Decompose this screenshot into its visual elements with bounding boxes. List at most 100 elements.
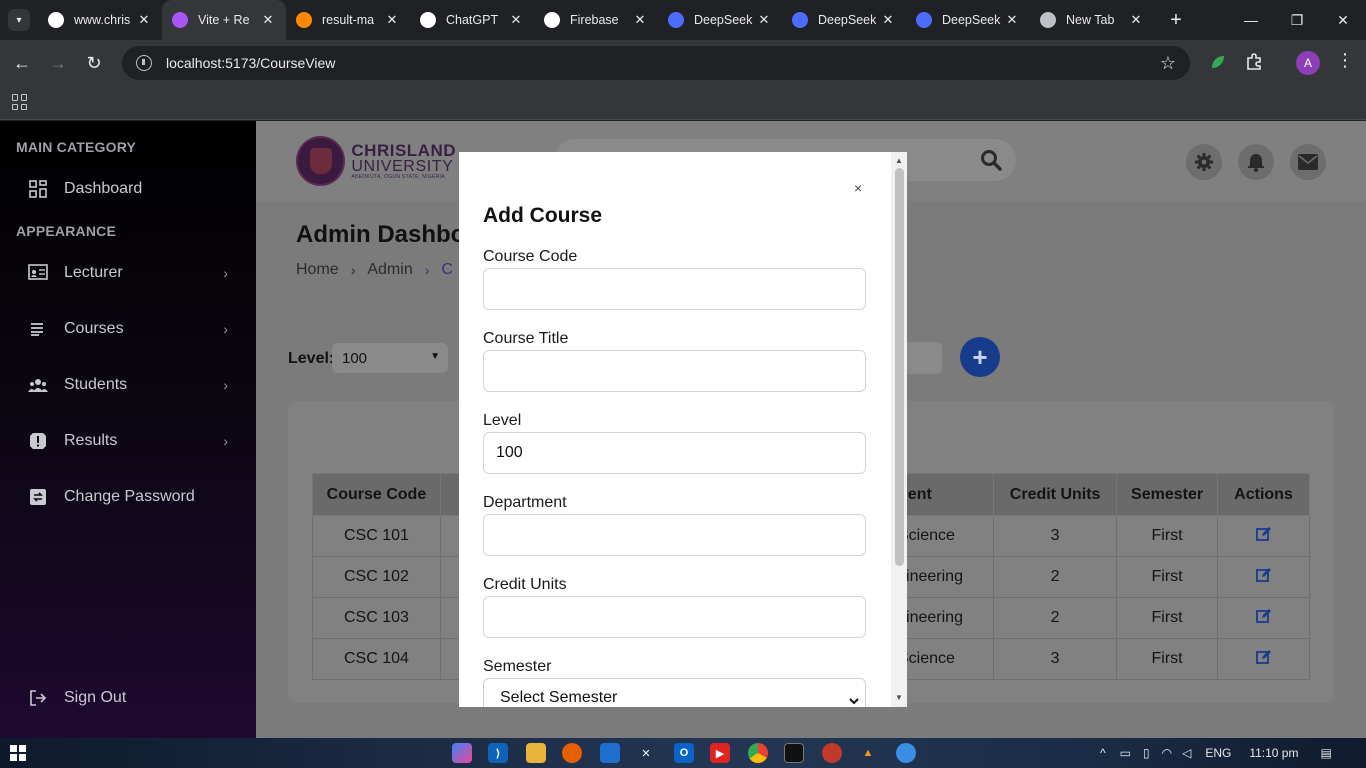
edit-icon[interactable]: [1255, 649, 1272, 665]
vlc-icon[interactable]: ▲: [858, 743, 878, 763]
windows-start-icon[interactable]: [10, 745, 26, 761]
outlook-icon[interactable]: O: [674, 743, 694, 763]
browser-tab[interactable]: result-ma ✕: [286, 0, 410, 40]
tab-close-icon[interactable]: ✕: [880, 12, 896, 28]
file-explorer-icon[interactable]: [526, 743, 546, 763]
sidebar-item-dashboard[interactable]: Dashboard: [28, 174, 228, 204]
tab-close-icon[interactable]: ✕: [756, 12, 772, 28]
tab-close-icon[interactable]: ✕: [1128, 12, 1144, 28]
tab-close-icon[interactable]: ✕: [384, 12, 400, 28]
app-icon[interactable]: [822, 743, 842, 763]
browser-tab[interactable]: www.chris ✕: [38, 0, 162, 40]
breadcrumb-home[interactable]: Home: [296, 261, 339, 279]
tray-expand-icon[interactable]: ^: [1100, 746, 1106, 760]
firefox-icon[interactable]: [562, 743, 582, 763]
sidebar-item-students[interactable]: Students ›: [28, 370, 228, 400]
app-icon-2[interactable]: [896, 743, 916, 763]
breadcrumb: Home › Admin › C: [296, 261, 453, 279]
department-input[interactable]: [483, 514, 866, 556]
language-indicator[interactable]: ENG: [1205, 746, 1231, 760]
browser-tab[interactable]: DeepSeek ✕: [782, 0, 906, 40]
extension-leaf-icon[interactable]: [1208, 52, 1228, 72]
scrollbar-thumb[interactable]: [895, 168, 904, 566]
table-cell: CSC 104: [312, 638, 441, 680]
credit-units-input[interactable]: [483, 596, 866, 638]
mail-envelope-icon[interactable]: [1290, 144, 1326, 180]
system-tray: ^ ▭ ▯ ◠ ◁ ENG 11:10 pm ▤: [1100, 738, 1332, 768]
edit-icon[interactable]: [1255, 608, 1272, 624]
course-code-input[interactable]: [483, 268, 866, 310]
notification-bell-icon[interactable]: [1238, 144, 1274, 180]
volume-icon[interactable]: ◁: [1182, 746, 1191, 760]
table-cell: CSC 102: [312, 556, 441, 598]
browser-tab[interactable]: New Tab ✕: [1030, 0, 1154, 40]
tab-close-icon[interactable]: ✕: [632, 12, 648, 28]
microsoft-store-icon[interactable]: [600, 743, 620, 763]
add-course-button[interactable]: +: [960, 337, 1000, 377]
edit-icon[interactable]: [1255, 526, 1272, 542]
site-info-icon[interactable]: [136, 55, 152, 71]
semester-select[interactable]: Select Semester: [483, 678, 866, 707]
github-copilot-icon: [544, 12, 560, 28]
level-input[interactable]: 100: [483, 432, 866, 474]
sidebar-item-label: Results: [64, 432, 118, 449]
tab-close-icon[interactable]: ✕: [136, 12, 152, 28]
search-icon[interactable]: [980, 149, 1002, 171]
sidebar-item-lecturer[interactable]: Lecturer ›: [28, 258, 228, 288]
sidebar-item-results[interactable]: Results ›: [28, 426, 228, 456]
dashboard-icon: [28, 179, 48, 199]
clock-time[interactable]: 11:10 pm: [1249, 746, 1298, 760]
apps-grid-icon[interactable]: [12, 94, 28, 110]
plus-icon: +: [972, 341, 988, 372]
level-filter-select[interactable]: 100 ▼: [332, 343, 448, 373]
new-tab-button[interactable]: +: [1162, 6, 1190, 34]
terminal-icon[interactable]: [784, 743, 804, 763]
youtube-icon[interactable]: ▶: [710, 743, 730, 763]
modal-scrollbar[interactable]: ▲ ▼: [891, 152, 907, 707]
tools-icon[interactable]: ✕: [636, 743, 656, 763]
browser-tab[interactable]: DeepSeek ✕: [658, 0, 782, 40]
extensions-puzzle-icon[interactable]: [1244, 52, 1264, 72]
sidebar-item-label: Change Password: [64, 488, 195, 505]
sidebar-item-courses[interactable]: Courses ›: [28, 314, 228, 344]
forward-button[interactable]: →: [40, 45, 76, 81]
battery-icon[interactable]: ▭: [1120, 746, 1131, 760]
browser-menu-icon[interactable]: ⋮: [1336, 50, 1354, 71]
profile-avatar[interactable]: A: [1296, 51, 1320, 75]
breadcrumb-admin[interactable]: Admin: [367, 261, 412, 279]
copilot-icon[interactable]: [452, 743, 472, 763]
tab-search-button[interactable]: ▾: [8, 9, 30, 31]
scroll-down-arrow-icon[interactable]: ▼: [895, 693, 903, 702]
notifications-icon[interactable]: ▤: [1320, 746, 1331, 760]
tab-title: Vite + Re: [198, 13, 250, 27]
reload-button[interactable]: ↻: [76, 45, 112, 81]
tablet-icon[interactable]: ▯: [1143, 746, 1150, 760]
browser-tab[interactable]: ChatGPT ✕: [410, 0, 534, 40]
address-bar[interactable]: localhost:5173/CourseView ☆: [122, 46, 1190, 80]
table-cell-actions: [1217, 556, 1310, 598]
browser-tab[interactable]: Firebase ✕: [534, 0, 658, 40]
restore-button[interactable]: ❐: [1274, 0, 1320, 40]
tab-title: ChatGPT: [446, 13, 499, 27]
course-title-input[interactable]: [483, 350, 866, 392]
back-button[interactable]: ←: [4, 45, 40, 81]
close-icon[interactable]: ×: [854, 180, 862, 196]
tab-close-icon[interactable]: ✕: [260, 12, 276, 28]
scroll-up-arrow-icon[interactable]: ▲: [895, 156, 903, 165]
chrome-taskbar-icon[interactable]: [748, 743, 768, 763]
settings-gear-icon[interactable]: [1186, 144, 1222, 180]
sign-out-button[interactable]: Sign Out: [28, 683, 228, 713]
bookmark-star-icon[interactable]: ☆: [1160, 53, 1176, 74]
minimize-button[interactable]: —: [1228, 0, 1274, 40]
wifi-icon[interactable]: ◠: [1162, 746, 1172, 760]
sidebar: MAIN CATEGORY Dashboard APPEARANCE Lectu…: [0, 121, 256, 738]
tab-close-icon[interactable]: ✕: [1004, 12, 1020, 28]
sidebar-item-change-password[interactable]: Change Password: [28, 482, 228, 512]
vscode-icon[interactable]: ⟩: [488, 743, 508, 763]
browser-tab[interactable]: DeepSeek ✕: [906, 0, 1030, 40]
edit-icon[interactable]: [1255, 567, 1272, 583]
close-window-button[interactable]: ✕: [1320, 0, 1366, 40]
tab-close-icon[interactable]: ✕: [508, 12, 524, 28]
browser-tab[interactable]: Vite + Re ✕: [162, 0, 286, 40]
department-label: Department: [483, 494, 567, 511]
